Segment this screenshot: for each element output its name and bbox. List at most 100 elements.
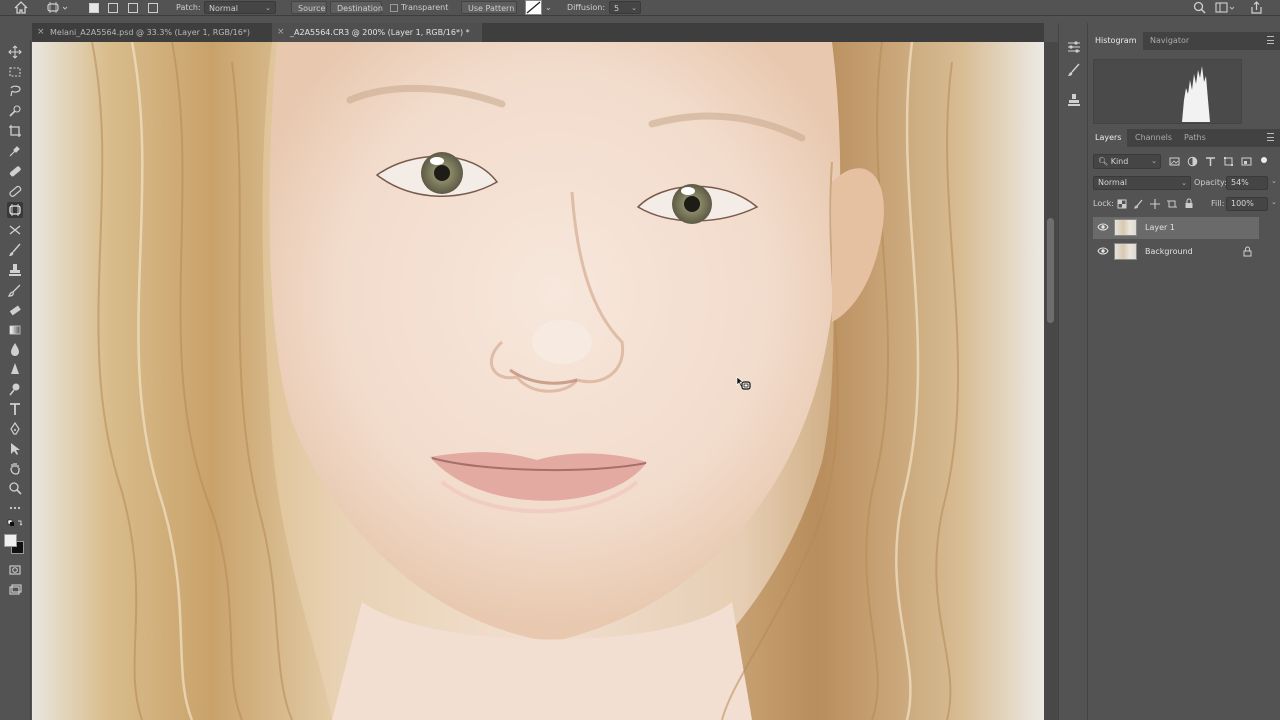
swap-colors-icon[interactable]	[7, 518, 23, 528]
sharpen-tool-icon[interactable]	[7, 361, 23, 377]
tab-cr3[interactable]: × _A2A5564.CR3 @ 200% (Layer 1, RGB/16*)…	[272, 23, 482, 42]
tab-label: Melani_A2A5564.psd @ 33.3% (Layer 1, RGB…	[50, 28, 250, 37]
quick-select-tool-icon[interactable]	[7, 103, 23, 119]
content-aware-move-tool-icon[interactable]	[7, 222, 23, 238]
filter-adjustment-icon[interactable]	[1187, 156, 1198, 169]
clone-source-icon[interactable]	[1067, 93, 1081, 109]
patch-mode-value: Normal	[209, 4, 238, 13]
zoom-tool-icon[interactable]	[7, 480, 23, 496]
fill-input[interactable]: 100%	[1226, 197, 1268, 211]
panel-menu-icon[interactable]	[1267, 133, 1274, 141]
crop-tool-icon[interactable]	[7, 123, 23, 139]
layer-row-layer-1[interactable]: Layer 1	[1093, 217, 1259, 239]
document-canvas[interactable]	[32, 42, 1044, 720]
close-icon[interactable]: ×	[37, 23, 45, 42]
home-icon[interactable]	[14, 1, 28, 14]
opacity-label: Opacity:	[1194, 178, 1227, 187]
options-bar: Patch: Normal ⌄ Source Destination Trans…	[0, 0, 1280, 16]
transparent-checkbox[interactable]	[390, 4, 398, 12]
type-tool-icon[interactable]	[7, 401, 23, 417]
vertical-scroll-thumb[interactable]	[1047, 218, 1054, 323]
histogram-graph	[1093, 59, 1242, 124]
blend-mode-dropdown[interactable]: Normal ⌄	[1093, 176, 1191, 190]
opacity-input[interactable]: 54%	[1226, 176, 1268, 190]
filter-shape-icon[interactable]	[1223, 156, 1234, 169]
spot-healing-tool-icon[interactable]	[7, 163, 23, 179]
tab-channels[interactable]: Channels	[1129, 129, 1178, 147]
diffusion-dropdown[interactable]: 5 ⌄	[609, 1, 641, 14]
quick-mask-icon[interactable]	[7, 562, 23, 578]
tab-paths[interactable]: Paths	[1178, 129, 1212, 147]
panel-menu-icon[interactable]	[1267, 36, 1274, 44]
hand-tool-icon[interactable]	[7, 460, 23, 476]
vertical-scrollbar[interactable]	[1044, 42, 1058, 720]
tab-histogram[interactable]: Histogram	[1089, 32, 1143, 50]
screen-mode-icon[interactable]	[7, 582, 23, 598]
brush-settings-icon[interactable]	[1067, 63, 1081, 79]
filter-pixel-icon[interactable]	[1169, 156, 1180, 169]
dodge-tool-icon[interactable]	[7, 381, 23, 397]
lock-pixels-icon[interactable]	[1134, 199, 1144, 211]
visibility-eye-icon[interactable]	[1097, 246, 1109, 258]
history-brush-tool-icon[interactable]	[7, 282, 23, 298]
foreground-color-swatch[interactable]	[4, 534, 17, 547]
adjustments-icon[interactable]	[1067, 40, 1081, 56]
tab-label: _A2A5564.CR3 @ 200% (Layer 1, RGB/16*) *	[290, 28, 470, 37]
layers-panel-tabs: Layers Channels Paths	[1089, 129, 1280, 147]
pattern-chevron-icon[interactable]: ⌄	[545, 1, 552, 14]
gradient-tool-icon[interactable]	[7, 322, 23, 338]
more-tools-icon[interactable]	[7, 500, 23, 516]
panel-icon-strip	[1058, 23, 1088, 720]
filter-smart-object-icon[interactable]	[1241, 156, 1252, 169]
add-selection-icon[interactable]	[108, 3, 118, 13]
healing-brush-tool-icon[interactable]	[7, 183, 23, 199]
histogram-panel-tabs: Histogram Navigator	[1089, 32, 1280, 50]
pen-tool-icon[interactable]	[7, 421, 23, 437]
close-icon[interactable]: ×	[277, 23, 285, 42]
lock-icon	[1243, 246, 1252, 259]
patch-tool-icon[interactable]	[7, 202, 23, 218]
move-tool-icon[interactable]	[7, 44, 23, 60]
fill-chevron-icon[interactable]: ⌄	[1271, 198, 1277, 206]
eraser-tool-icon[interactable]	[7, 302, 23, 318]
lock-artboard-icon[interactable]	[1167, 199, 1177, 211]
layer-filter-row: 🔍︎ Kind ⌄	[1093, 154, 1276, 169]
destination-button[interactable]: Destination	[330, 1, 383, 14]
path-selection-tool-icon[interactable]	[7, 441, 23, 457]
lock-fill-row: Lock: Fill: 100% ⌄	[1093, 197, 1277, 211]
tab-layers[interactable]: Layers	[1089, 129, 1128, 147]
layer-row-background[interactable]: Background	[1093, 241, 1259, 263]
lasso-tool-icon[interactable]	[7, 83, 23, 99]
patch-tool-preset-icon[interactable]	[46, 1, 68, 14]
intersect-selection-icon[interactable]	[148, 3, 158, 13]
marquee-tool-icon[interactable]	[7, 64, 23, 80]
clone-stamp-tool-icon[interactable]	[7, 262, 23, 278]
patch-label: Patch:	[176, 3, 201, 12]
tab-navigator[interactable]: Navigator	[1144, 32, 1195, 50]
share-icon[interactable]	[1250, 1, 1263, 14]
opacity-chevron-icon[interactable]: ⌄	[1271, 177, 1277, 185]
search-icon[interactable]	[1193, 1, 1206, 14]
filter-type-icon[interactable]	[1205, 156, 1216, 169]
filter-kind-dropdown[interactable]: 🔍︎ Kind ⌄	[1093, 154, 1161, 169]
patch-mode-dropdown[interactable]: Normal ⌄	[204, 1, 276, 14]
pattern-picker[interactable]	[525, 0, 542, 15]
brush-tool-icon[interactable]	[7, 242, 23, 258]
eyedropper-tool-icon[interactable]	[7, 143, 23, 159]
right-panels: Histogram Navigator Layers Channels Path…	[1089, 23, 1280, 720]
workspace-icon[interactable]	[1215, 1, 1235, 14]
blur-tool-icon[interactable]	[7, 341, 23, 357]
blend-mode-value: Normal	[1098, 178, 1127, 187]
filter-toggle-icon[interactable]	[1261, 157, 1267, 163]
tab-melani-psd[interactable]: × Melani_A2A5564.psd @ 33.3% (Layer 1, R…	[32, 23, 272, 42]
visibility-eye-icon[interactable]	[1097, 222, 1109, 234]
subtract-selection-icon[interactable]	[128, 3, 138, 13]
diffusion-value: 5	[614, 4, 620, 13]
use-pattern-button[interactable]: Use Pattern	[461, 1, 517, 14]
lock-transparent-icon[interactable]	[1117, 199, 1127, 211]
lock-position-icon[interactable]	[1150, 199, 1160, 211]
source-button[interactable]: Source	[291, 1, 327, 14]
new-selection-icon[interactable]	[89, 3, 99, 13]
lock-all-icon[interactable]	[1184, 198, 1194, 211]
opacity-value: 54%	[1231, 178, 1249, 187]
